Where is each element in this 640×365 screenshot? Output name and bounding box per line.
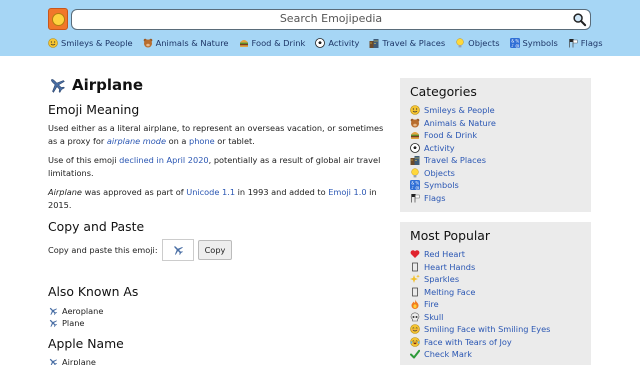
popular-item-check-mark[interactable]: Check Mark: [410, 348, 581, 361]
most-popular-heading: Most Popular: [410, 228, 490, 243]
nav-symbols[interactable]: &% ♪ @ Symbols: [509, 38, 558, 48]
nav-travel-places[interactable]: Travel & Places: [369, 38, 445, 48]
flags-icon: [410, 193, 420, 203]
soccer-ball-icon: [315, 38, 326, 48]
flags-icon: [568, 38, 578, 48]
meaning-paragraph-1: Used either as a literal airplane, to re…: [48, 123, 384, 146]
sidebar-item-activity[interactable]: Activity: [410, 142, 581, 155]
list-item: Aeroplane: [48, 305, 388, 317]
copy-label: Copy and paste this emoji:: [48, 245, 158, 255]
airplane-icon: [173, 246, 183, 255]
search-placeholder: Search Emojipedia: [279, 12, 383, 25]
symbols-icon: &% ♪ @: [509, 38, 520, 48]
bear-icon: [143, 38, 153, 48]
nav-animals-nature[interactable]: Animals & Nature: [143, 38, 229, 48]
missing-glyph-icon: [410, 262, 420, 272]
also-known-as-heading: Also Known As: [48, 284, 139, 299]
burger-icon: [239, 38, 249, 48]
burger-icon: [410, 130, 420, 140]
sidebar-item-animals-nature[interactable]: Animals & Nature: [410, 117, 581, 130]
smiley-icon: [410, 105, 420, 116]
popular-item-skull[interactable]: Skull: [410, 311, 581, 324]
declined-link[interactable]: declined in April 2020: [119, 155, 209, 165]
nav-flags[interactable]: Flags: [568, 38, 603, 48]
skull-icon: [410, 312, 420, 322]
apple-name-heading: Apple Name: [48, 336, 124, 351]
also-known-as-list: Aeroplane Plane: [48, 305, 388, 329]
missing-glyph-icon: [410, 287, 420, 297]
airplane-mode-link[interactable]: airplane mode: [107, 136, 166, 146]
popular-item-smiling-face-with-smiling-eyes[interactable]: Smiling Face with Smiling Eyes: [410, 323, 581, 336]
list-item: Plane: [48, 317, 388, 329]
search-icon[interactable]: [572, 12, 587, 27]
most-popular-panel: Most Popular Red Heart Heart Hands Spark…: [400, 222, 591, 365]
nav-smileys-people[interactable]: Smileys & People: [48, 38, 133, 48]
popular-item-heart-hands[interactable]: Heart Hands: [410, 261, 581, 274]
phone-link[interactable]: phone: [189, 136, 215, 146]
bear-icon: [410, 118, 420, 128]
page-title: Airplane: [72, 76, 144, 94]
smiling-face-icon: [410, 324, 420, 335]
unicode-link[interactable]: Unicode 1.1: [186, 187, 235, 197]
site-header: Search Emojipedia Smileys & People Anima…: [0, 0, 640, 56]
lightbulb-icon: [455, 38, 465, 48]
meaning-paragraph-3: Airplane was approved as part of Unicode…: [48, 187, 377, 210]
airplane-icon: [49, 358, 58, 365]
nav-objects[interactable]: Objects: [455, 38, 500, 48]
airplane-icon: [49, 319, 58, 328]
category-nav: Smileys & People Animals & Nature Food &…: [48, 36, 603, 50]
svg-text:@: @: [415, 185, 419, 190]
smiley-icon: [48, 38, 58, 48]
sidebar-item-smileys-people[interactable]: Smileys & People: [410, 104, 581, 117]
sidebar-item-food-drink[interactable]: Food & Drink: [410, 129, 581, 142]
copy-heading: Copy and Paste: [48, 219, 145, 234]
sidebar-item-travel-places[interactable]: Travel & Places: [410, 154, 581, 167]
popular-item-face-with-tears-of-joy[interactable]: Face with Tears of Joy: [410, 336, 581, 349]
red-heart-icon: [410, 249, 420, 259]
nav-activity[interactable]: Activity: [315, 38, 359, 48]
categories-heading: Categories: [410, 84, 477, 99]
copy-row: Copy and paste this emoji: Copy: [48, 239, 388, 261]
emoji-article: Airplane Emoji Meaning Used either as a …: [48, 74, 388, 365]
meaning-paragraph-2: Use of this emoji declined in April 2020…: [48, 155, 381, 178]
airplane-icon: [51, 79, 65, 93]
check-mark-icon: [410, 349, 420, 359]
svg-text:♪: ♪: [511, 43, 514, 48]
sidebar-item-objects[interactable]: Objects: [410, 167, 581, 180]
copy-emoji-field[interactable]: [161, 239, 194, 261]
nav-food-drink[interactable]: Food & Drink: [239, 38, 305, 48]
symbols-icon: &% ♪ @: [410, 180, 420, 191]
search-input[interactable]: Search Emojipedia: [71, 9, 591, 30]
buildings-icon: [410, 155, 420, 166]
apple-name-row: Airplane: [48, 356, 388, 365]
fire-icon: [410, 299, 420, 310]
popular-item-fire[interactable]: Fire: [410, 298, 581, 311]
sidebar-item-symbols[interactable]: &% ♪ @ Symbols: [410, 179, 581, 192]
emojipedia-logo-icon[interactable]: [48, 8, 68, 30]
popular-item-red-heart[interactable]: Red Heart: [410, 248, 581, 261]
categories-panel: Categories Smileys & People Animals & Na…: [400, 78, 591, 212]
popular-item-sparkles[interactable]: Sparkles: [410, 273, 581, 286]
svg-text:@: @: [515, 43, 519, 48]
page-title-row: Airplane: [48, 74, 388, 96]
sidebar-item-flags[interactable]: Flags: [410, 192, 581, 205]
sparkles-icon: [410, 274, 420, 284]
buildings-icon: [369, 38, 379, 48]
svg-text:♪: ♪: [411, 185, 414, 190]
emoji-version-link[interactable]: Emoji 1.0: [328, 187, 366, 197]
meaning-heading: Emoji Meaning: [48, 102, 140, 117]
copy-button[interactable]: Copy: [197, 240, 233, 260]
tears-of-joy-icon: [410, 336, 420, 347]
airplane-icon: [49, 307, 58, 316]
soccer-ball-icon: [410, 142, 420, 153]
popular-item-melting-face[interactable]: Melting Face: [410, 286, 581, 299]
lightbulb-icon: [410, 168, 420, 178]
